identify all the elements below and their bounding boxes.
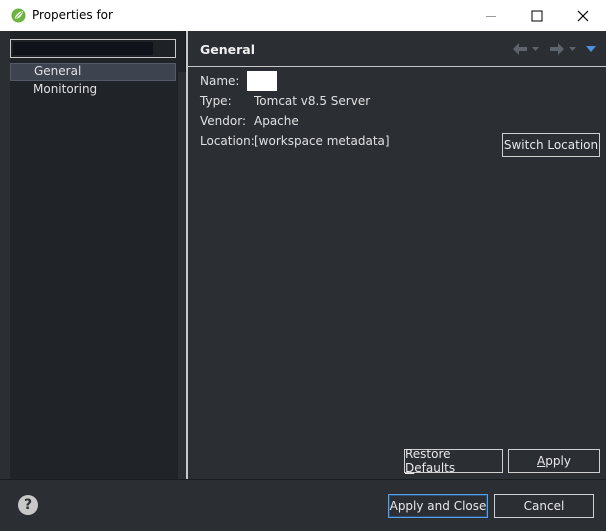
sidebar-item-label: General xyxy=(34,64,82,78)
close-button[interactable] xyxy=(560,0,606,31)
sidebar-gutter xyxy=(0,31,10,479)
location-label: Location: xyxy=(200,134,255,148)
location-value: [workspace metadata] xyxy=(254,134,390,148)
cancel-label: Cancel xyxy=(523,499,565,513)
view-menu-icon xyxy=(586,45,596,52)
vendor-value: Apache xyxy=(254,114,299,128)
minimize-icon xyxy=(486,15,496,17)
minimize-button[interactable] xyxy=(468,0,514,31)
filter-input[interactable] xyxy=(10,39,176,58)
back-dropdown[interactable] xyxy=(532,46,539,52)
arrow-left-icon xyxy=(513,43,527,55)
apply-label: Apply xyxy=(537,454,571,468)
forward-dropdown[interactable] xyxy=(569,46,576,52)
close-icon xyxy=(577,10,589,21)
properties-page: General Name: Type: Tomcat v8.5 Server V… xyxy=(188,31,606,479)
forward-button[interactable] xyxy=(549,42,565,56)
cancel-button[interactable]: Cancel xyxy=(494,494,594,518)
chevron-down-icon xyxy=(532,46,539,51)
vendor-label: Vendor: xyxy=(200,114,246,128)
maximize-icon xyxy=(531,10,543,21)
window-title: Properties for xyxy=(32,8,113,22)
switch-location-label: Switch Location xyxy=(503,138,599,152)
apply-and-close-label: Apply and Close xyxy=(389,499,487,513)
page-header: General xyxy=(188,31,606,67)
arrow-right-icon xyxy=(550,43,564,55)
name-label: Name: xyxy=(200,74,240,88)
apply-button[interactable]: Apply xyxy=(508,449,600,473)
sidebar: General Monitoring xyxy=(0,31,186,479)
back-button[interactable] xyxy=(512,42,528,56)
title-bar: Properties for xyxy=(0,0,606,31)
spring-app-icon xyxy=(11,8,26,23)
restore-defaults-button[interactable]: Restore Defaults xyxy=(404,447,503,475)
help-icon[interactable]: ? xyxy=(18,495,38,515)
dialog-button-bar: ? Apply and Close Cancel xyxy=(0,479,606,531)
page-nav-toolbar xyxy=(512,41,596,57)
name-field[interactable] xyxy=(247,71,277,91)
sidebar-scroll-track xyxy=(178,72,186,479)
sidebar-item-monitoring[interactable]: Monitoring xyxy=(10,81,176,99)
chevron-down-icon xyxy=(569,46,576,51)
switch-location-button[interactable]: Switch Location xyxy=(502,133,600,157)
filter-text-area[interactable] xyxy=(13,42,153,55)
sidebar-item-label: Monitoring xyxy=(33,82,98,96)
view-menu-button[interactable] xyxy=(586,45,596,53)
type-label: Type: xyxy=(200,94,232,108)
type-value: Tomcat v8.5 Server xyxy=(254,94,371,108)
page-title: General xyxy=(200,42,255,57)
apply-and-close-button[interactable]: Apply and Close xyxy=(388,494,488,518)
sidebar-item-general[interactable]: General xyxy=(10,63,176,81)
maximize-button[interactable] xyxy=(514,0,560,31)
restore-defaults-label: Restore Defaults xyxy=(405,447,456,475)
